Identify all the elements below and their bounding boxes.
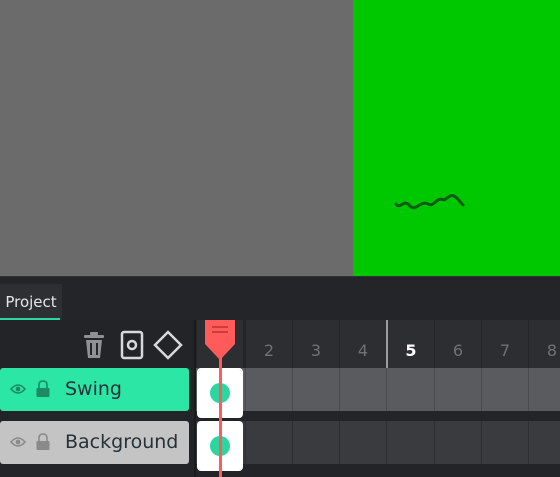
frame-number-ruler: 2 3 4 5 6 7 8 [196, 320, 560, 368]
frame-cell[interactable] [245, 368, 292, 411]
frame-number[interactable]: 7 [481, 320, 528, 368]
layer-swing[interactable]: Swing [0, 368, 189, 411]
tab-project-label: Project [5, 293, 57, 311]
keyframe-icon[interactable] [153, 330, 183, 360]
trash-icon[interactable] [79, 330, 109, 360]
layer-name: Background [65, 431, 179, 453]
eye-icon[interactable] [10, 434, 26, 450]
frame-cell[interactable] [386, 421, 433, 464]
frame-cell[interactable] [339, 368, 386, 411]
frame-cell[interactable] [434, 368, 481, 411]
timeline-panel: Project Swing Background 2 3 4 5 6 7 8 [0, 276, 560, 477]
frame-number[interactable]: 4 [339, 320, 386, 368]
eye-icon[interactable] [10, 381, 26, 397]
frame-row-swing [196, 368, 560, 418]
layer-toolbar [0, 320, 196, 368]
layer-name: Swing [65, 378, 122, 400]
frame-number[interactable]: 2 [245, 320, 292, 368]
frame-row-background [196, 421, 560, 471]
frame-number[interactable]: 8 [528, 320, 560, 368]
frame-cell[interactable] [481, 368, 528, 411]
frame-cell[interactable] [481, 421, 528, 464]
frame-number[interactable]: 3 [292, 320, 339, 368]
layer-background[interactable]: Background [0, 421, 189, 464]
frame-number[interactable]: 6 [434, 320, 481, 368]
frame-cell[interactable] [386, 368, 433, 411]
camera-icon[interactable] [117, 330, 147, 360]
frame-cell[interactable] [528, 368, 560, 411]
timeline-divider [194, 320, 196, 477]
frame-cell[interactable] [434, 421, 481, 464]
lock-icon[interactable] [35, 380, 51, 398]
canvas-area[interactable] [0, 0, 560, 276]
drawn-stroke [394, 194, 465, 210]
lock-icon[interactable] [35, 433, 51, 451]
drawing-canvas[interactable] [353, 0, 560, 276]
panel-tab-bar: Project [0, 276, 560, 321]
frame-cell[interactable] [339, 421, 386, 464]
frame-cell[interactable] [528, 421, 560, 464]
tab-project[interactable]: Project [0, 284, 62, 321]
frame-number-current[interactable]: 5 [386, 320, 434, 368]
frame-cell[interactable] [292, 421, 339, 464]
playhead-handle[interactable] [204, 320, 236, 362]
frame-cell[interactable] [245, 421, 292, 464]
timeline-frames[interactable]: 2 3 4 5 6 7 8 [196, 320, 560, 477]
frame-cell[interactable] [292, 368, 339, 411]
